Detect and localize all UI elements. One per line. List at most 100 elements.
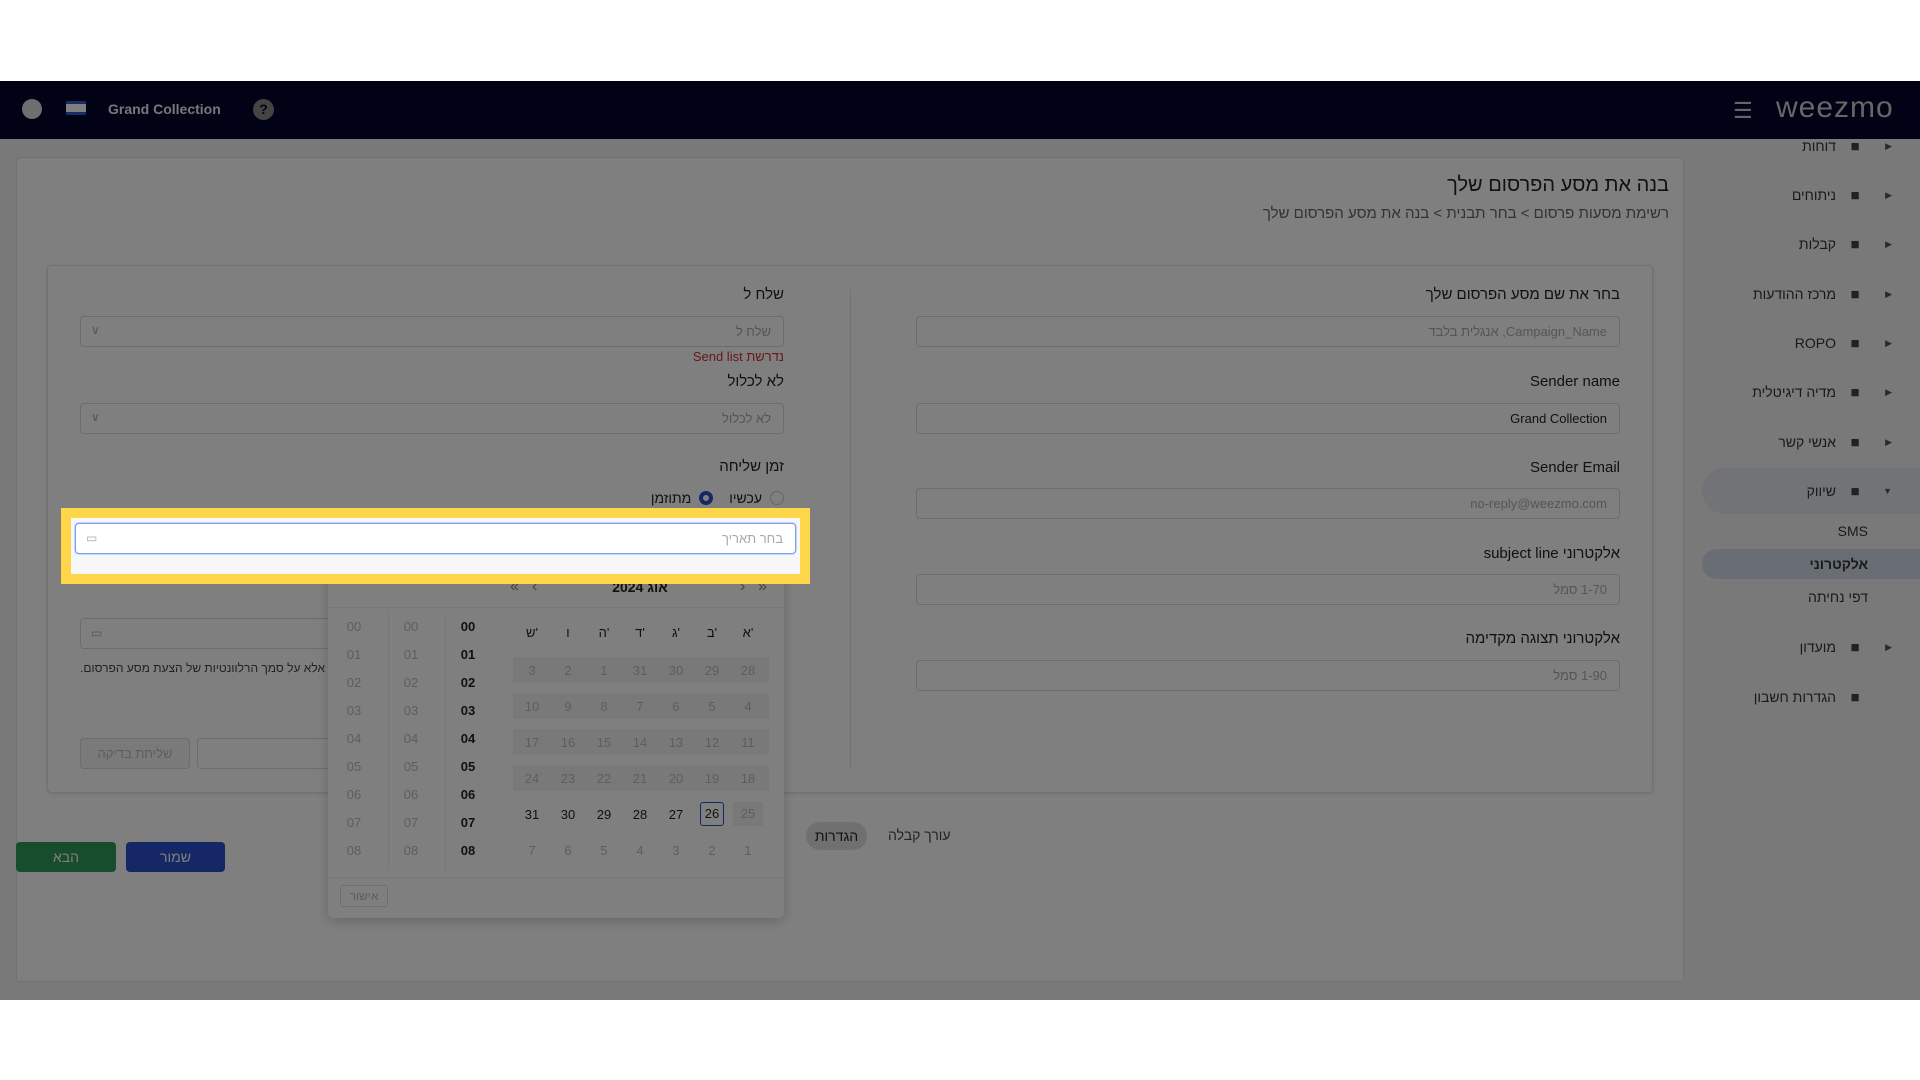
calendar-day: 8 bbox=[600, 699, 608, 714]
hour-option[interactable]: 07 bbox=[453, 815, 483, 830]
breadcrumb-item: בנה את מסע הפרסום שלך bbox=[1262, 205, 1430, 222]
date-picker-popup: אוג 2024 « ‹ › » אישור א' ב' ג' ד' ה' ו ש' 28 29… bbox=[328, 567, 784, 918]
sidebar-subitem[interactable]: אלקטרוני bbox=[1702, 549, 1920, 579]
sidebar-item[interactable]: ROPO ■ ▶ bbox=[1690, 323, 1920, 363]
sidebar-item[interactable]: ניתוחים ■ ▶ bbox=[1690, 175, 1920, 215]
send-to-select[interactable]: שלח ל ∨ bbox=[80, 316, 784, 347]
next-button[interactable]: הבא bbox=[16, 842, 116, 872]
minute-option[interactable]: 03 bbox=[396, 703, 426, 718]
calendar-day: 28 bbox=[740, 663, 756, 678]
weekday-label: ב' bbox=[706, 625, 718, 640]
sender-email-input[interactable]: no-reply@weezmo.com bbox=[916, 488, 1620, 519]
chevron-down-icon: ∨ bbox=[91, 323, 100, 337]
preview-text-input[interactable]: 1-90 סמל bbox=[916, 660, 1620, 691]
breadcrumb-item[interactable]: רשימת מסעות פרסום bbox=[1534, 205, 1669, 222]
israel-flag-icon[interactable] bbox=[66, 101, 86, 115]
hour-option[interactable]: 01 bbox=[453, 647, 483, 662]
calendar-day: 12 bbox=[704, 735, 720, 750]
second-option[interactable]: 08 bbox=[339, 843, 369, 858]
sidebar-subitem[interactable]: SMS bbox=[1690, 516, 1920, 546]
minute-option[interactable]: 05 bbox=[396, 759, 426, 774]
second-option[interactable]: 06 bbox=[339, 787, 369, 802]
hour-option[interactable]: 08 bbox=[453, 843, 483, 858]
second-option[interactable]: 05 bbox=[339, 759, 369, 774]
sidebar-item-label: קבלות bbox=[1798, 236, 1836, 252]
calendar-day: 30 bbox=[668, 663, 684, 678]
minute-option[interactable]: 08 bbox=[396, 843, 426, 858]
exclude-select[interactable]: לא לכלול ∨ bbox=[80, 403, 784, 434]
hour-option[interactable]: 02 bbox=[453, 675, 483, 690]
caret-down-icon: ▼ bbox=[1883, 486, 1892, 496]
subject-line-input[interactable]: 1-70 סמל bbox=[916, 574, 1620, 605]
caret-right-icon: ▶ bbox=[1885, 386, 1892, 397]
calendar-day[interactable]: 29 bbox=[589, 807, 619, 822]
radio-scheduled[interactable] bbox=[699, 491, 714, 505]
calendar-day: 10 bbox=[524, 699, 540, 714]
menu-icon[interactable]: ☰ bbox=[1733, 98, 1753, 124]
sidebar-item[interactable]: הגדרות חשבון ■ bbox=[1690, 677, 1920, 717]
sidebar-item-label: מועדון bbox=[1799, 639, 1836, 655]
sidebar-item[interactable]: דוחות ■ ▶ bbox=[1690, 126, 1920, 166]
sidebar-item[interactable]: שיווק ■ ▼ bbox=[1702, 468, 1920, 514]
help-icon[interactable]: ? bbox=[253, 99, 274, 120]
caret-right-icon: ▶ bbox=[1885, 189, 1892, 200]
calendar-day[interactable]: 28 bbox=[625, 807, 655, 822]
radio-now[interactable] bbox=[770, 491, 784, 505]
calendar-day: 7 bbox=[528, 843, 536, 858]
minute-option[interactable]: 00 bbox=[396, 619, 426, 634]
sidebar-item-label: ניתוחים bbox=[1791, 187, 1836, 203]
calendar-day[interactable]: 27 bbox=[661, 807, 691, 822]
sidebar: דוחות ■ ▶ ניתוחים ■ ▶ קבלות ■ ▶ מרכז ההודעות ■ ▶ ROP… bbox=[1690, 138, 1920, 1000]
hour-option[interactable]: 03 bbox=[453, 703, 483, 718]
start-date-input[interactable]: בחר תאריך ▭ bbox=[75, 523, 796, 554]
weekday-label: ש' bbox=[526, 625, 538, 640]
save-button[interactable]: שמור bbox=[126, 842, 225, 872]
sender-name-input[interactable]: Grand Collection bbox=[916, 403, 1620, 434]
user-avatar-icon[interactable] bbox=[22, 99, 42, 119]
second-option[interactable]: 07 bbox=[339, 815, 369, 830]
second-option[interactable]: 00 bbox=[339, 619, 369, 634]
breadcrumb: רשימת מסעות פרסום > בחר תבנית > בנה את מ… bbox=[1262, 205, 1669, 222]
hour-option[interactable]: 06 bbox=[453, 787, 483, 802]
breadcrumb-item[interactable]: בחר תבנית bbox=[1446, 205, 1516, 222]
tab-receipt-editor[interactable]: עורך קבלה bbox=[888, 827, 951, 843]
minute-option[interactable]: 02 bbox=[396, 675, 426, 690]
sidebar-item[interactable]: אנשי קשר ■ ▶ bbox=[1690, 422, 1920, 462]
chevron-down-icon: ∨ bbox=[91, 410, 100, 424]
calendar-day: 3 bbox=[672, 843, 680, 858]
sidebar-item[interactable]: מועדון ■ ▶ bbox=[1690, 627, 1920, 667]
minute-option[interactable]: 06 bbox=[396, 787, 426, 802]
sidebar-item[interactable]: מדיה דיגיטלית ■ ▶ bbox=[1690, 372, 1920, 412]
sidebar-item-label: שיווק bbox=[1806, 483, 1836, 499]
hour-option[interactable]: 00 bbox=[453, 619, 483, 634]
sender-email-label: Sender Email bbox=[1529, 459, 1620, 476]
minute-option[interactable]: 01 bbox=[396, 647, 426, 662]
contacts-icon: ■ bbox=[1850, 433, 1860, 451]
hour-option[interactable]: 04 bbox=[453, 731, 483, 746]
second-option[interactable]: 04 bbox=[339, 731, 369, 746]
send-to-label: שלח ל bbox=[743, 286, 784, 303]
campaign-name-label: בחר את שם מסע הפרסום שלך bbox=[1425, 286, 1620, 303]
calendar-day[interactable]: 31 bbox=[517, 807, 547, 822]
sidebar-subitem[interactable]: דפי נחיתה bbox=[1690, 582, 1920, 612]
second-option[interactable]: 03 bbox=[339, 703, 369, 718]
page-title: בנה את מסע הפרסום שלך bbox=[1447, 174, 1669, 196]
calendar-day[interactable]: 26 bbox=[700, 802, 724, 826]
ok-button[interactable]: אישור bbox=[340, 885, 388, 907]
second-option[interactable]: 02 bbox=[339, 675, 369, 690]
weekday-label: ו bbox=[566, 625, 570, 640]
account-name[interactable]: Grand Collection bbox=[108, 101, 221, 117]
calendar-day[interactable]: 30 bbox=[553, 807, 583, 822]
sidebar-item[interactable]: קבלות ■ ▶ bbox=[1690, 224, 1920, 264]
test-send-button[interactable]: שליחת בדיקה bbox=[80, 738, 190, 769]
weekday-label: א' bbox=[742, 625, 754, 640]
hour-option[interactable]: 05 bbox=[453, 759, 483, 774]
receipt-icon: ■ bbox=[1850, 235, 1860, 253]
second-option[interactable]: 01 bbox=[339, 647, 369, 662]
sidebar-item[interactable]: מרכז ההודעות ■ ▶ bbox=[1690, 274, 1920, 314]
minute-option[interactable]: 07 bbox=[396, 815, 426, 830]
calendar-day: 5 bbox=[708, 699, 716, 714]
minute-option[interactable]: 04 bbox=[396, 731, 426, 746]
tab-settings[interactable]: הגדרות bbox=[806, 822, 867, 850]
campaign-name-input[interactable]: Campaign_Name, אנגלית בלבד bbox=[916, 316, 1620, 347]
